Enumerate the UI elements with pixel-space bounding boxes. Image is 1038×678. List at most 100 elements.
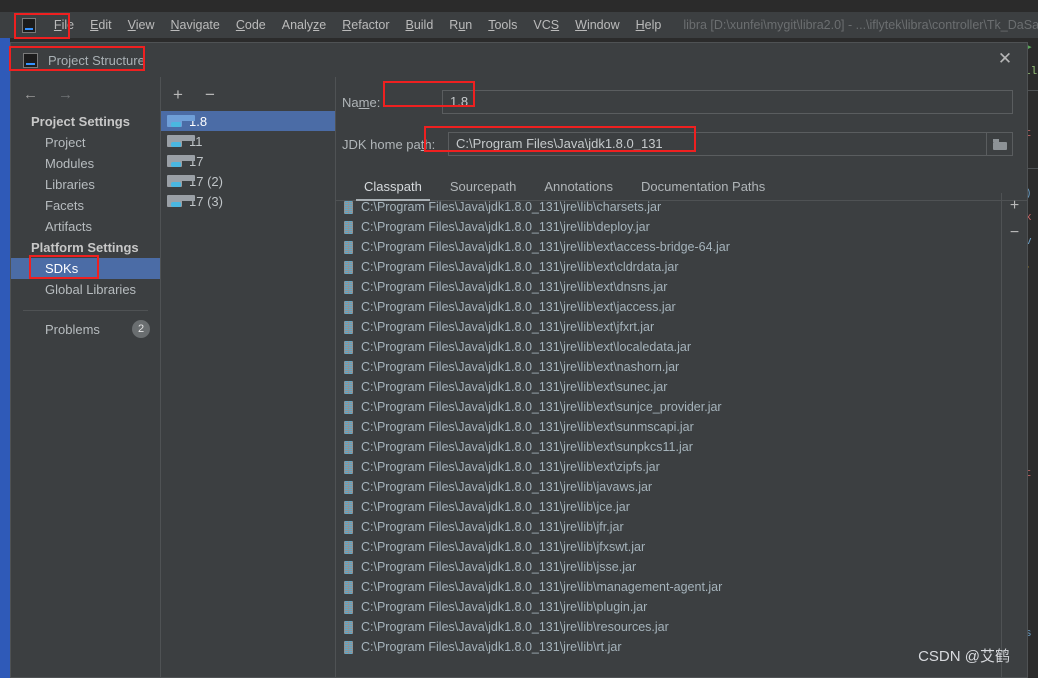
sdk-name-row: Name: 1.8: [336, 89, 1027, 115]
classpath-entry-row[interactable]: C:\Program Files\Java\jdk1.8.0_131\jre\l…: [336, 617, 1001, 637]
csdn-watermark: CSDN @艾鹤: [918, 648, 1010, 665]
sdk-list-item[interactable]: 17 (2): [161, 171, 335, 191]
ide-menu-bar: File Edit View Navigate Code Analyze Refactor B…: [0, 12, 1038, 38]
jar-file-icon: [344, 540, 353, 554]
menu-item-refactor[interactable]: Refactor: [334, 16, 397, 34]
classpath-entry-row[interactable]: C:\Program Files\Java\jdk1.8.0_131\jre\l…: [336, 437, 1001, 457]
classpath-entry-row[interactable]: C:\Program Files\Java\jdk1.8.0_131\jre\l…: [336, 357, 1001, 377]
classpath-entry-row[interactable]: C:\Program Files\Java\jdk1.8.0_131\jre\l…: [336, 337, 1001, 357]
classpath-entry-label: C:\Program Files\Java\jdk1.8.0_131\jre\l…: [361, 300, 676, 314]
nav-divider: [23, 310, 148, 311]
menu-item-help[interactable]: Help: [628, 16, 670, 34]
jar-file-icon: [344, 220, 353, 234]
forward-arrow-icon[interactable]: →: [58, 86, 73, 103]
jar-file-icon: [344, 360, 353, 374]
sidebar-item-project[interactable]: Project: [11, 132, 160, 153]
nav-group-title: Platform Settings: [31, 240, 139, 255]
settings-navigation-panel: ← → Project Settings Project Modules Librar…: [11, 77, 161, 677]
classpath-area: C:\Program Files\Java\jdk1.8.0_131\jre\l…: [336, 193, 1027, 677]
menu-item-run[interactable]: Run: [441, 16, 480, 34]
classpath-entry-row[interactable]: C:\Program Files\Java\jdk1.8.0_131\jre\l…: [336, 637, 1001, 657]
sdk-list-item[interactable]: 17 (3): [161, 191, 335, 211]
menu-item-build[interactable]: Build: [397, 16, 441, 34]
jdk-home-path-input[interactable]: C:\Program Files\Java\jdk1.8.0_131: [448, 132, 987, 156]
classpath-entry-row[interactable]: C:\Program Files\Java\jdk1.8.0_131\jre\l…: [336, 457, 1001, 477]
classpath-entry-row[interactable]: C:\Program Files\Java\jdk1.8.0_131\jre\l…: [336, 397, 1001, 417]
add-sdk-button[interactable]: +: [173, 86, 183, 103]
sidebar-item-problems[interactable]: Problems 2: [11, 317, 160, 341]
classpath-entry-label: C:\Program Files\Java\jdk1.8.0_131\jre\l…: [361, 200, 662, 214]
classpath-entry-row[interactable]: C:\Program Files\Java\jdk1.8.0_131\jre\l…: [336, 277, 1001, 297]
jar-file-icon: [344, 580, 353, 594]
sdk-rows: 1.8 11 17 17 (2) 17 (3): [161, 111, 335, 211]
classpath-list[interactable]: C:\Program Files\Java\jdk1.8.0_131\jre\l…: [336, 193, 1001, 677]
classpath-entry-row[interactable]: C:\Program Files\Java\jdk1.8.0_131\jre\l…: [336, 217, 1001, 237]
classpath-entry-label: C:\Program Files\Java\jdk1.8.0_131\jre\l…: [361, 560, 637, 574]
classpath-entry-label: C:\Program Files\Java\jdk1.8.0_131\jre\l…: [361, 580, 723, 594]
menu-item-analyze[interactable]: Analyze: [274, 16, 334, 34]
sdk-list-item[interactable]: 1.8: [161, 111, 335, 131]
dialog-app-icon: [23, 52, 38, 68]
menu-item-file[interactable]: File: [46, 16, 82, 34]
classpath-entry-row[interactable]: C:\Program Files\Java\jdk1.8.0_131\jre\l…: [336, 577, 1001, 597]
sidebar-item-sdks[interactable]: SDKs: [11, 258, 160, 279]
menu-item-navigate[interactable]: Navigate: [163, 16, 228, 34]
classpath-entry-row[interactable]: C:\Program Files\Java\jdk1.8.0_131\jre\l…: [336, 417, 1001, 437]
nav-groups: Project Settings Project Modules Libraries F…: [11, 111, 160, 300]
sidebar-item-artifacts[interactable]: Artifacts: [11, 216, 160, 237]
menu-item-edit[interactable]: Edit: [82, 16, 120, 34]
classpath-entry-row[interactable]: C:\Program Files\Java\jdk1.8.0_131\jre\l…: [336, 377, 1001, 397]
remove-classpath-button[interactable]: −: [1010, 224, 1019, 241]
classpath-entry-row[interactable]: C:\Program Files\Java\jdk1.8.0_131\jre\l…: [336, 257, 1001, 277]
ide-window-title: libra [D:\xunfei\mygit\libra2.0] - ...\i…: [683, 18, 1038, 32]
menu-item-window[interactable]: Window: [567, 16, 627, 34]
classpath-entry-label: C:\Program Files\Java\jdk1.8.0_131\jre\l…: [361, 420, 694, 434]
jar-file-icon: [344, 380, 353, 394]
jar-file-icon: [344, 300, 353, 314]
classpath-entry-row[interactable]: C:\Program Files\Java\jdk1.8.0_131\jre\l…: [336, 237, 1001, 257]
back-arrow-icon[interactable]: ←: [23, 86, 38, 103]
menu-item-code[interactable]: Code: [228, 16, 274, 34]
classpath-entry-row[interactable]: C:\Program Files\Java\jdk1.8.0_131\jre\l…: [336, 477, 1001, 497]
jar-file-icon: [344, 520, 353, 534]
close-icon[interactable]: ✕: [995, 50, 1015, 70]
problems-label: Problems: [45, 321, 100, 337]
project-structure-dialog: Project Structure ✕ ← → Project Settings…: [10, 42, 1028, 678]
classpath-entry-row[interactable]: C:\Program Files\Java\jdk1.8.0_131\jre\l…: [336, 597, 1001, 617]
menu-item-view[interactable]: View: [120, 16, 163, 34]
dialog-title: Project Structure: [48, 52, 145, 68]
classpath-entry-row[interactable]: C:\Program Files\Java\jdk1.8.0_131\jre\l…: [336, 517, 1001, 537]
add-classpath-button[interactable]: +: [1010, 197, 1019, 214]
sidebar-item-modules[interactable]: Modules: [11, 153, 160, 174]
menu-item-vcs[interactable]: VCS: [525, 16, 567, 34]
jar-file-icon: [344, 400, 353, 414]
jdk-folder-icon: [167, 175, 195, 187]
sdk-list-item[interactable]: 11: [161, 131, 335, 151]
classpath-entry-row[interactable]: C:\Program Files\Java\jdk1.8.0_131\jre\l…: [336, 497, 1001, 517]
sidebar-item-global-libraries[interactable]: Global Libraries: [11, 279, 160, 300]
sidebar-item-facets[interactable]: Facets: [11, 195, 160, 216]
sdk-name-input[interactable]: 1.8: [442, 90, 1013, 114]
sdk-list-panel: + − 1.8 11 17 17 (2) 17 (3): [161, 77, 336, 677]
classpath-entry-row[interactable]: C:\Program Files\Java\jdk1.8.0_131\jre\l…: [336, 537, 1001, 557]
jdk-folder-icon: [167, 135, 195, 147]
sdk-list-item[interactable]: 17: [161, 151, 335, 171]
classpath-entry-label: C:\Program Files\Java\jdk1.8.0_131\jre\l…: [361, 600, 648, 614]
classpath-entry-label: C:\Program Files\Java\jdk1.8.0_131\jre\l…: [361, 280, 668, 294]
classpath-entry-row[interactable]: C:\Program Files\Java\jdk1.8.0_131\jre\l…: [336, 557, 1001, 577]
dialog-title-bar: Project Structure ✕: [11, 43, 1027, 77]
jar-file-icon: [344, 280, 353, 294]
classpath-entry-row[interactable]: C:\Program Files\Java\jdk1.8.0_131\jre\l…: [336, 317, 1001, 337]
classpath-entry-row[interactable]: C:\Program Files\Java\jdk1.8.0_131\jre\l…: [336, 197, 1001, 217]
browse-folder-icon[interactable]: [987, 132, 1013, 156]
classpath-entry-label: C:\Program Files\Java\jdk1.8.0_131\jre\l…: [361, 380, 668, 394]
classpath-entry-label: C:\Program Files\Java\jdk1.8.0_131\jre\l…: [361, 360, 680, 374]
remove-sdk-button[interactable]: −: [205, 86, 215, 103]
sdk-name-label: Name:: [342, 94, 381, 110]
classpath-entry-label: C:\Program Files\Java\jdk1.8.0_131\jre\l…: [361, 400, 722, 414]
jdk-folder-icon: [167, 195, 195, 207]
menu-item-tools[interactable]: Tools: [480, 16, 525, 34]
jar-file-icon: [344, 500, 353, 514]
sidebar-item-libraries[interactable]: Libraries: [11, 174, 160, 195]
classpath-entry-row[interactable]: C:\Program Files\Java\jdk1.8.0_131\jre\l…: [336, 297, 1001, 317]
